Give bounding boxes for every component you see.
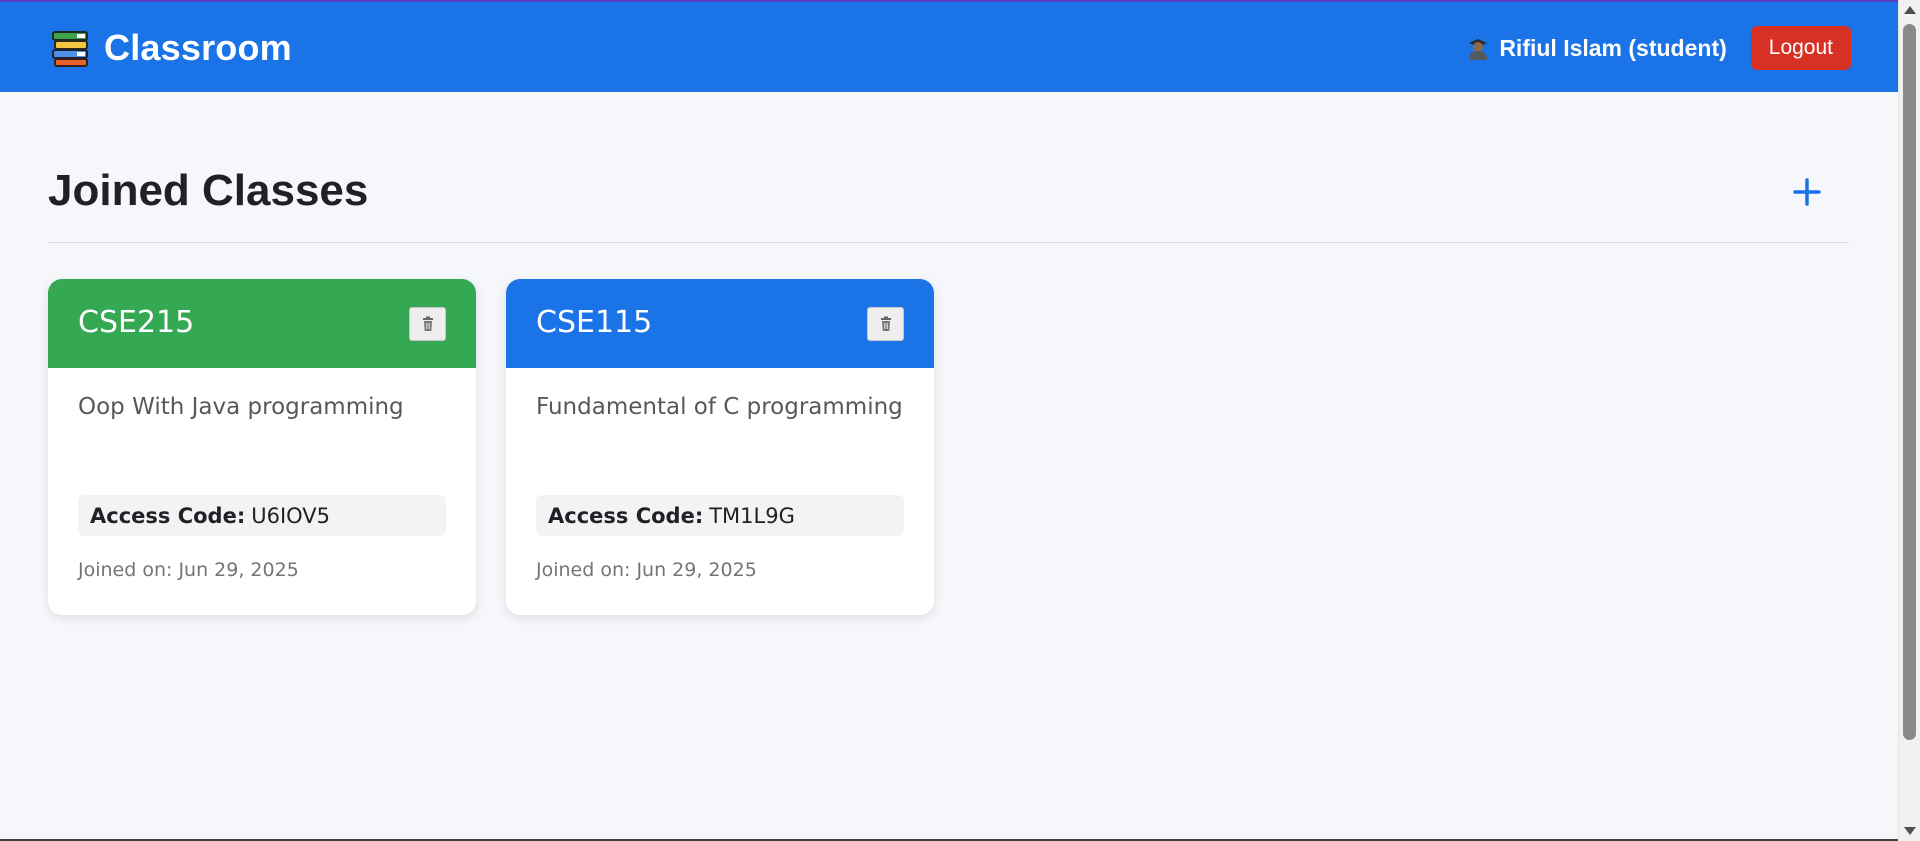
class-card-header: CSE115 — [506, 279, 934, 368]
class-code: CSE115 — [536, 305, 653, 340]
scroll-up-arrow-icon[interactable] — [1904, 6, 1916, 14]
access-code-box: Access Code: U6IOV5 — [78, 495, 446, 536]
vertical-scrollbar[interactable] — [1898, 0, 1920, 841]
access-code-value: TM1L9G — [709, 503, 795, 528]
joined-date: Joined on: Jun 29, 2025 — [78, 559, 299, 581]
class-name: Oop With Java programming — [78, 394, 404, 420]
student-avatar-icon — [1465, 35, 1491, 61]
class-card-list: CSE215 Oop With Java programming Access … — [48, 279, 934, 615]
class-card[interactable]: CSE215 Oop With Java programming Access … — [48, 279, 476, 615]
user-area: Rifiul Islam (student) Logout — [1465, 26, 1851, 70]
access-code-value: U6IOV5 — [251, 503, 331, 528]
brand[interactable]: Classroom — [50, 26, 292, 70]
top-navbar: Classroom Rifiul Islam (student) Logout — [0, 0, 1898, 92]
logout-button[interactable]: Logout — [1750, 26, 1851, 70]
books-icon — [50, 28, 90, 68]
access-code-label: Access Code: — [548, 503, 704, 528]
access-code-box: Access Code: TM1L9G — [536, 495, 904, 536]
delete-class-button[interactable] — [409, 307, 446, 341]
main-content: Joined Classes CSE215 Oop With Java prog… — [48, 92, 1849, 615]
page-title: Joined Classes — [48, 166, 369, 215]
scroll-down-arrow-icon[interactable] — [1904, 827, 1916, 835]
joined-date: Joined on: Jun 29, 2025 — [536, 559, 757, 581]
trash-icon — [880, 316, 891, 331]
class-card-header: CSE215 — [48, 279, 476, 368]
plus-icon — [1793, 178, 1821, 206]
class-card[interactable]: CSE115 Fundamental of C programming Acce… — [506, 279, 934, 615]
user-name-label: Rifiul Islam (student) — [1499, 34, 1727, 61]
section-header: Joined Classes — [48, 92, 1849, 243]
delete-class-button[interactable] — [867, 307, 904, 341]
class-code: CSE215 — [78, 305, 195, 340]
brand-title: Classroom — [104, 27, 292, 68]
class-name: Fundamental of C programming — [536, 394, 903, 420]
trash-icon — [422, 316, 433, 331]
app-viewport: Classroom Rifiul Islam (student) Logout … — [0, 0, 1898, 841]
scrollbar-thumb[interactable] — [1903, 24, 1916, 740]
add-class-button[interactable] — [1787, 172, 1827, 212]
access-code-label: Access Code: — [90, 503, 246, 528]
